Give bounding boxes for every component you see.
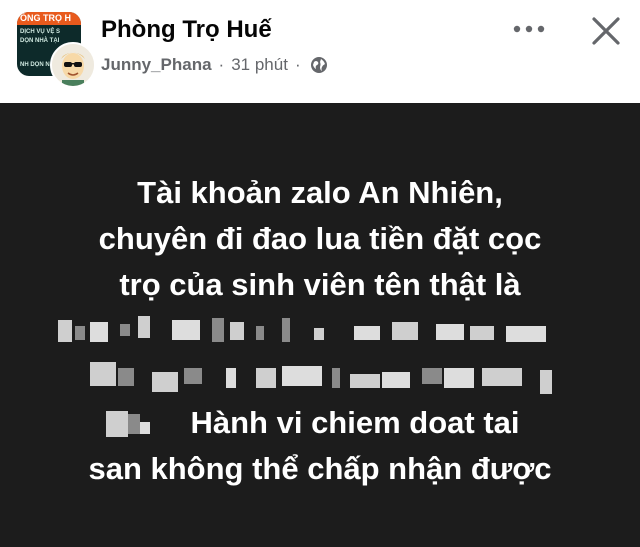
post-header: ÒNG TRỌ H DỊCH VỤ VỆ S DỌN NHÀ TẠI NH DỌ… bbox=[0, 0, 640, 103]
post-text-line: chuyên đi đao lua tiền đặt cọc bbox=[98, 221, 542, 256]
group-avatar-text-line: DỌN NHÀ TẠI bbox=[20, 38, 60, 44]
post-body: Tài khoản zalo An Nhiên, chuyên đi đao l… bbox=[0, 103, 640, 547]
redacted-text bbox=[20, 354, 620, 400]
meta-separator: · bbox=[218, 55, 225, 74]
user-avatar-illustration bbox=[52, 44, 94, 86]
post-time[interactable]: 31 phút bbox=[231, 55, 288, 75]
close-icon[interactable] bbox=[589, 14, 623, 48]
post-text: Tài khoản zalo An Nhiên, chuyên đi đao l… bbox=[20, 170, 620, 492]
user-avatar[interactable] bbox=[50, 42, 96, 88]
meta-separator: · bbox=[294, 55, 301, 74]
globe-icon bbox=[310, 57, 327, 73]
avatar-stack[interactable]: ÒNG TRỌ H DỊCH VỤ VỆ S DỌN NHÀ TẠI NH DỌ… bbox=[17, 12, 96, 88]
more-horizontal-icon[interactable] bbox=[512, 18, 546, 40]
post-meta: Junny_Phana · 31 phút · bbox=[101, 55, 328, 75]
group-avatar-text-line: DỊCH VỤ VỆ S bbox=[20, 29, 61, 35]
group-avatar-text-line: NH DỌN N bbox=[20, 62, 50, 68]
post-text-line: trọ của sinh viên tên thật là bbox=[119, 267, 521, 302]
redacted-text bbox=[20, 308, 620, 354]
post-text-line: Tài khoản zalo An Nhiên, bbox=[137, 175, 503, 210]
post-text-line: Hành vi chiem doat tai bbox=[20, 400, 620, 446]
group-avatar-banner-text: ÒNG TRỌ H bbox=[20, 13, 71, 23]
author-name[interactable]: Junny_Phana bbox=[101, 55, 212, 75]
post-text-line: san không thể chấp nhận được bbox=[88, 451, 552, 486]
group-name[interactable]: Phòng Trọ Huế bbox=[101, 16, 272, 44]
post-text-line-after-redaction: Hành vi chiem doat tai bbox=[190, 405, 520, 440]
